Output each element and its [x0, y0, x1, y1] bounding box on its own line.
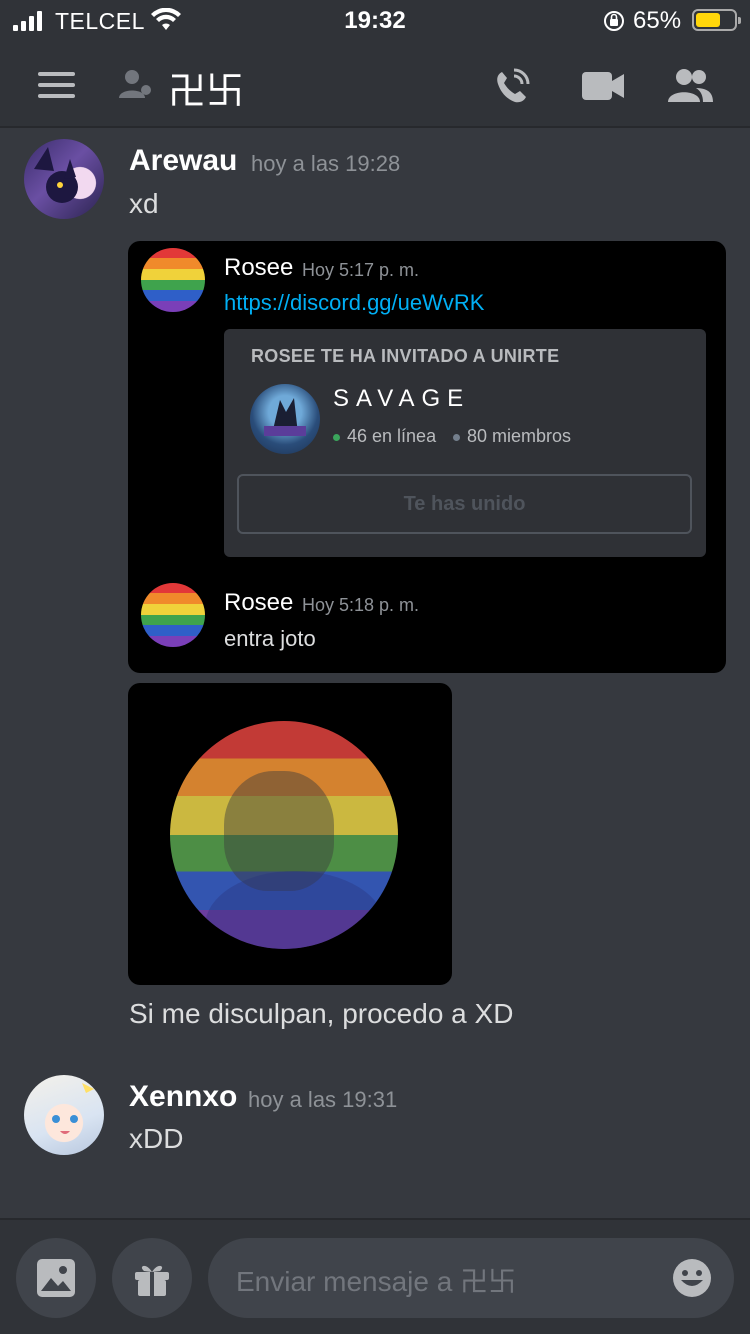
- avatar-arewau[interactable]: [24, 139, 104, 219]
- quoted-text: entra joto: [224, 626, 316, 651]
- image-upload-button[interactable]: [16, 1238, 96, 1318]
- message-text: Si me disculpan, procedo a XD: [129, 998, 514, 1029]
- message-author[interactable]: Xennxo: [129, 1080, 237, 1114]
- message-text: xDD: [129, 1123, 184, 1154]
- member-count: 80 miembros: [453, 426, 571, 447]
- channel-header: 卍卐: [0, 42, 750, 128]
- message-timestamp: hoy a las 19:28: [251, 151, 401, 176]
- members-icon[interactable]: [666, 68, 714, 109]
- video-icon[interactable]: [581, 70, 625, 107]
- message-input-placeholder: Enviar mensaje a 卍卐: [236, 1266, 517, 1297]
- invite-title: ROSEE TE HA INVITADO A UNIRTE: [251, 346, 560, 366]
- online-count: 46 en línea: [333, 426, 436, 447]
- avatar-xennxo[interactable]: [24, 1075, 104, 1155]
- emoji-icon[interactable]: [672, 1258, 712, 1303]
- battery-percent: 65%: [633, 7, 682, 34]
- quoted-timestamp: Hoy 5:17 p. m.: [302, 260, 420, 280]
- quoted-author: Rosee: [224, 254, 294, 281]
- profile-photo: [170, 721, 398, 949]
- menu-icon[interactable]: [38, 72, 75, 98]
- quoted-author: Rosee: [224, 589, 294, 616]
- channel-title: 卍卐: [168, 69, 245, 113]
- joined-button: Te has unido: [237, 474, 692, 534]
- message-input[interactable]: Enviar mensaje a 卍卐: [208, 1238, 734, 1318]
- message-text: xd: [129, 188, 159, 219]
- message-list[interactable]: Arewau hoy a las 19:28 xd Rosee Hoy 5:17…: [0, 128, 750, 1218]
- message-author[interactable]: Arewau: [129, 144, 237, 178]
- message-timestamp: hoy a las 19:31: [248, 1087, 398, 1112]
- invite-embed: ROSEE TE HA INVITADO A UNIRTE SAVAGE 46 …: [224, 329, 706, 557]
- quoted-avatar-rosee: [141, 583, 205, 647]
- status-bar: TELCEL 19:32 65%: [0, 0, 750, 42]
- quoted-avatar-rosee: [141, 248, 205, 312]
- call-icon[interactable]: [492, 66, 532, 111]
- person-icon: [118, 68, 154, 105]
- attachment-screenshot[interactable]: Rosee Hoy 5:17 p. m. https://discord.gg/…: [128, 241, 726, 673]
- quoted-timestamp: Hoy 5:18 p. m.: [302, 595, 420, 615]
- gift-button[interactable]: [112, 1238, 192, 1318]
- battery-icon: [692, 9, 741, 31]
- orientation-lock-icon: [602, 9, 626, 40]
- attachment-image[interactable]: [128, 683, 452, 985]
- server-name: SAVAGE: [333, 385, 471, 412]
- message-composer: Enviar mensaje a 卍卐: [0, 1218, 750, 1334]
- server-icon: [250, 384, 320, 454]
- quoted-invite-link: https://discord.gg/ueWvRK: [224, 290, 485, 315]
